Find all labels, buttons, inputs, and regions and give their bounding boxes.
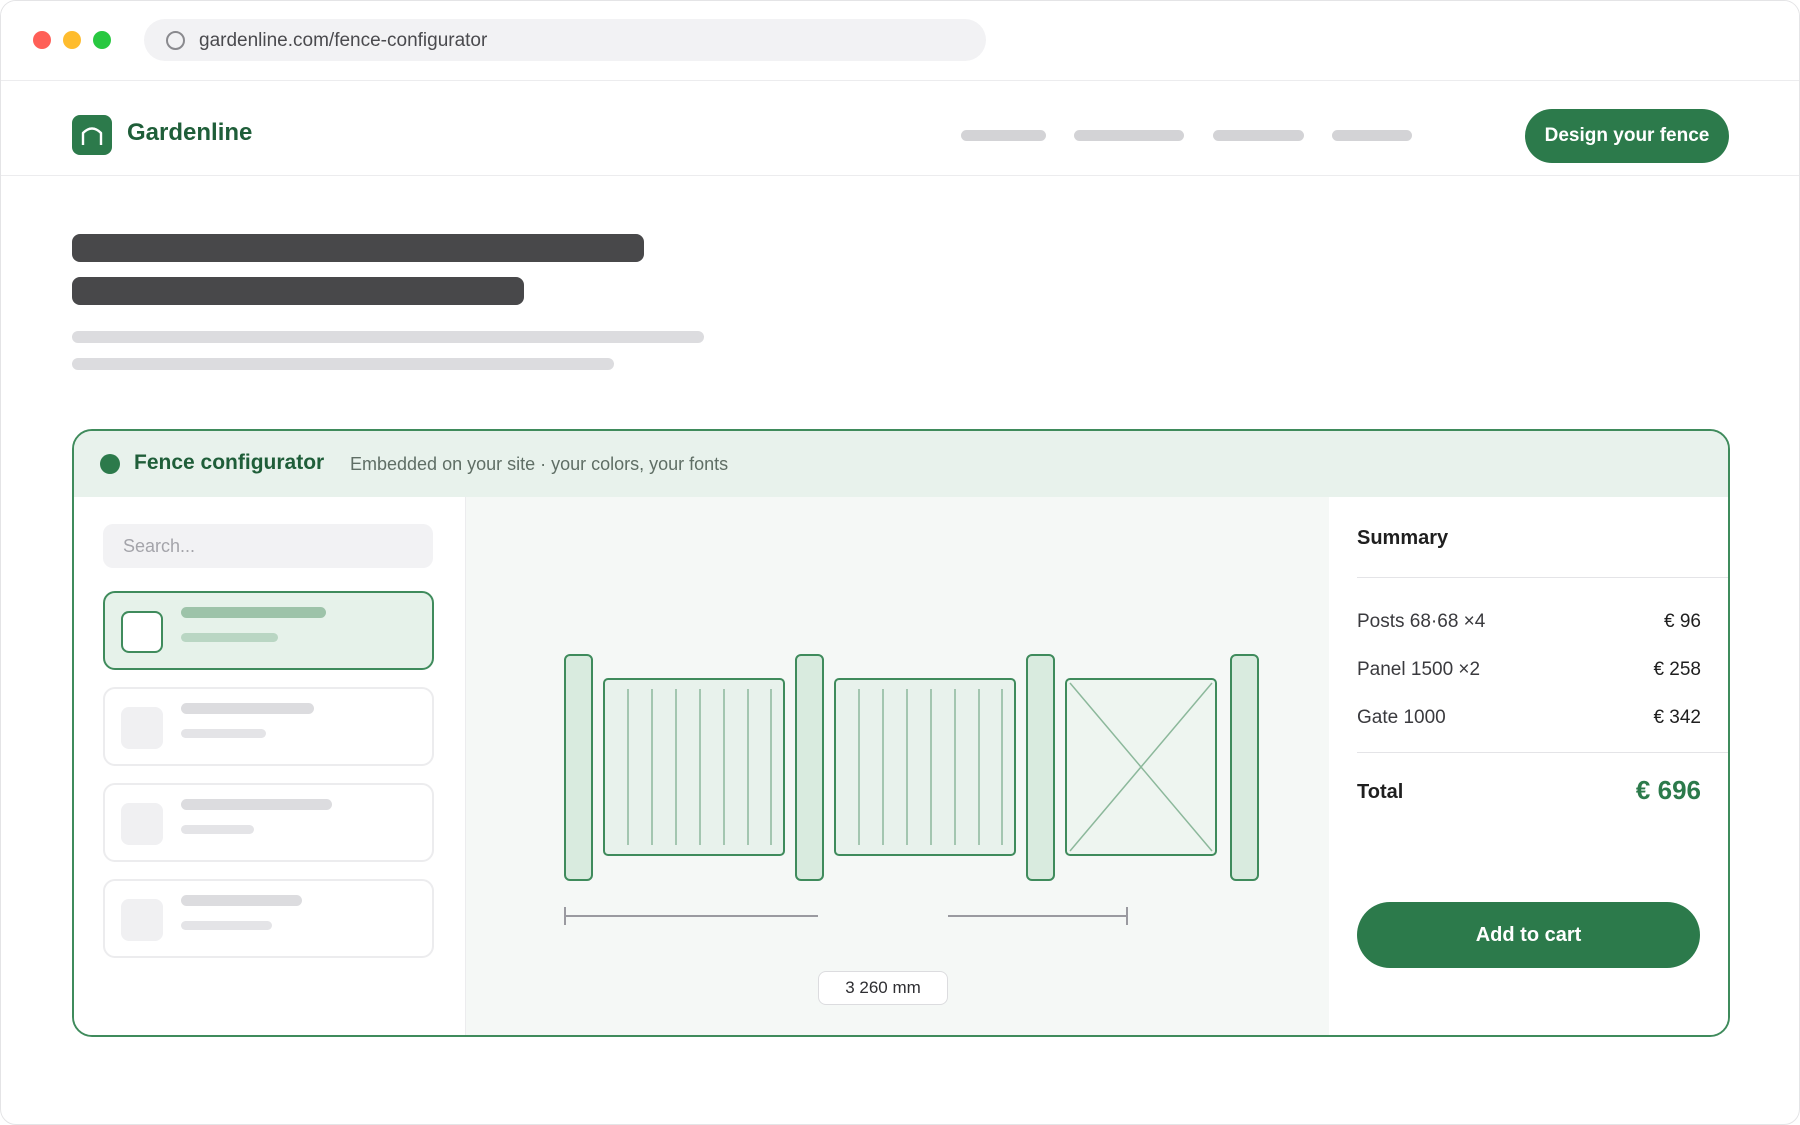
widget-subtitle: Embedded on your site · your colors, you… [350,454,729,474]
divider [1357,752,1728,753]
line-item-label: Posts 68·68 ×4 [1357,611,1486,632]
fence-post [564,654,593,881]
browser-toolbar: gardenline.com/fence-configurator [1,1,1799,81]
logo-icon[interactable] [72,115,112,155]
fence-configurator-widget: Fence configurator Embedded on your site… [72,429,1730,1037]
nav-link-placeholder[interactable] [961,130,1046,141]
total-amount: € 696 [1635,775,1701,805]
fence-post [1026,654,1055,881]
product-option[interactable] [103,879,434,958]
fence-post [1230,654,1259,881]
fence-gate [1065,678,1217,856]
total-label: Total [1357,781,1404,803]
product-option[interactable] [103,783,434,862]
nav-link-placeholder[interactable] [1213,130,1304,141]
nav-link-placeholder[interactable] [1074,130,1184,141]
summary-title: Summary [1357,527,1449,549]
product-thumbnail [121,899,163,941]
product-detail-placeholder [181,729,266,738]
product-detail-placeholder [181,921,272,930]
line-item-label: Gate 1000 [1357,707,1446,728]
product-detail-placeholder [181,633,278,642]
maximize-window-button[interactable] [93,31,111,49]
address-bar[interactable]: gardenline.com/fence-configurator [144,19,986,61]
status-dot-icon [100,454,120,474]
product-thumbnail [121,803,163,845]
site-info-icon[interactable] [166,31,185,50]
dimension-line [564,907,1128,925]
product-thumbnail [121,707,163,749]
product-thumbnail [121,611,163,653]
fence-drawing [564,654,1259,925]
close-window-button[interactable] [33,31,51,49]
dimension-label: 3 260 mm [818,971,948,1005]
site-header: Gardenline Design your fence [1,81,1799,176]
order-summary: Summary Posts 68·68 ×4 € 96 Panel 1500 ×… [1329,497,1728,1035]
fence-preview-canvas[interactable]: 3 260 mm [466,497,1329,1035]
product-name-placeholder [181,607,326,618]
line-item-amount: € 342 [1653,707,1701,728]
browser-window: gardenline.com/fence-configurator Garden… [0,0,1800,1125]
add-to-cart-button[interactable]: Add to cart [1357,902,1700,968]
hero-title-placeholder [72,234,644,262]
product-name-placeholder [181,799,332,810]
widget-title: Fence configurator [134,451,325,474]
product-name-placeholder [181,895,302,906]
line-item-label: Panel 1500 ×2 [1357,659,1481,680]
divider [1357,577,1728,578]
brand-name[interactable]: Gardenline [127,119,252,147]
summary-line-item: Posts 68·68 ×4 € 96 [1357,611,1701,635]
design-your-fence-button[interactable]: Design your fence [1525,109,1729,163]
line-item-amount: € 96 [1664,611,1701,632]
product-detail-placeholder [181,825,254,834]
product-option[interactable] [103,687,434,766]
product-name-placeholder [181,703,314,714]
hero-title-placeholder [72,277,524,305]
widget-header: Fence configurator Embedded on your site… [74,431,1728,497]
minimize-window-button[interactable] [63,31,81,49]
line-item-amount: € 258 [1653,659,1701,680]
summary-line-item: Gate 1000 € 342 [1357,707,1701,731]
fence-panel [834,678,1016,856]
hero-text-placeholder [72,358,614,370]
fence-post [795,654,824,881]
url-text[interactable]: gardenline.com/fence-configurator [199,30,487,52]
fence-panel [603,678,785,856]
search-input[interactable] [103,524,433,568]
hero-text-placeholder [72,331,704,343]
summary-line-item: Panel 1500 ×2 € 258 [1357,659,1701,683]
nav-link-placeholder[interactable] [1332,130,1412,141]
product-list-pane [74,497,466,1035]
product-option-selected[interactable] [103,591,434,670]
